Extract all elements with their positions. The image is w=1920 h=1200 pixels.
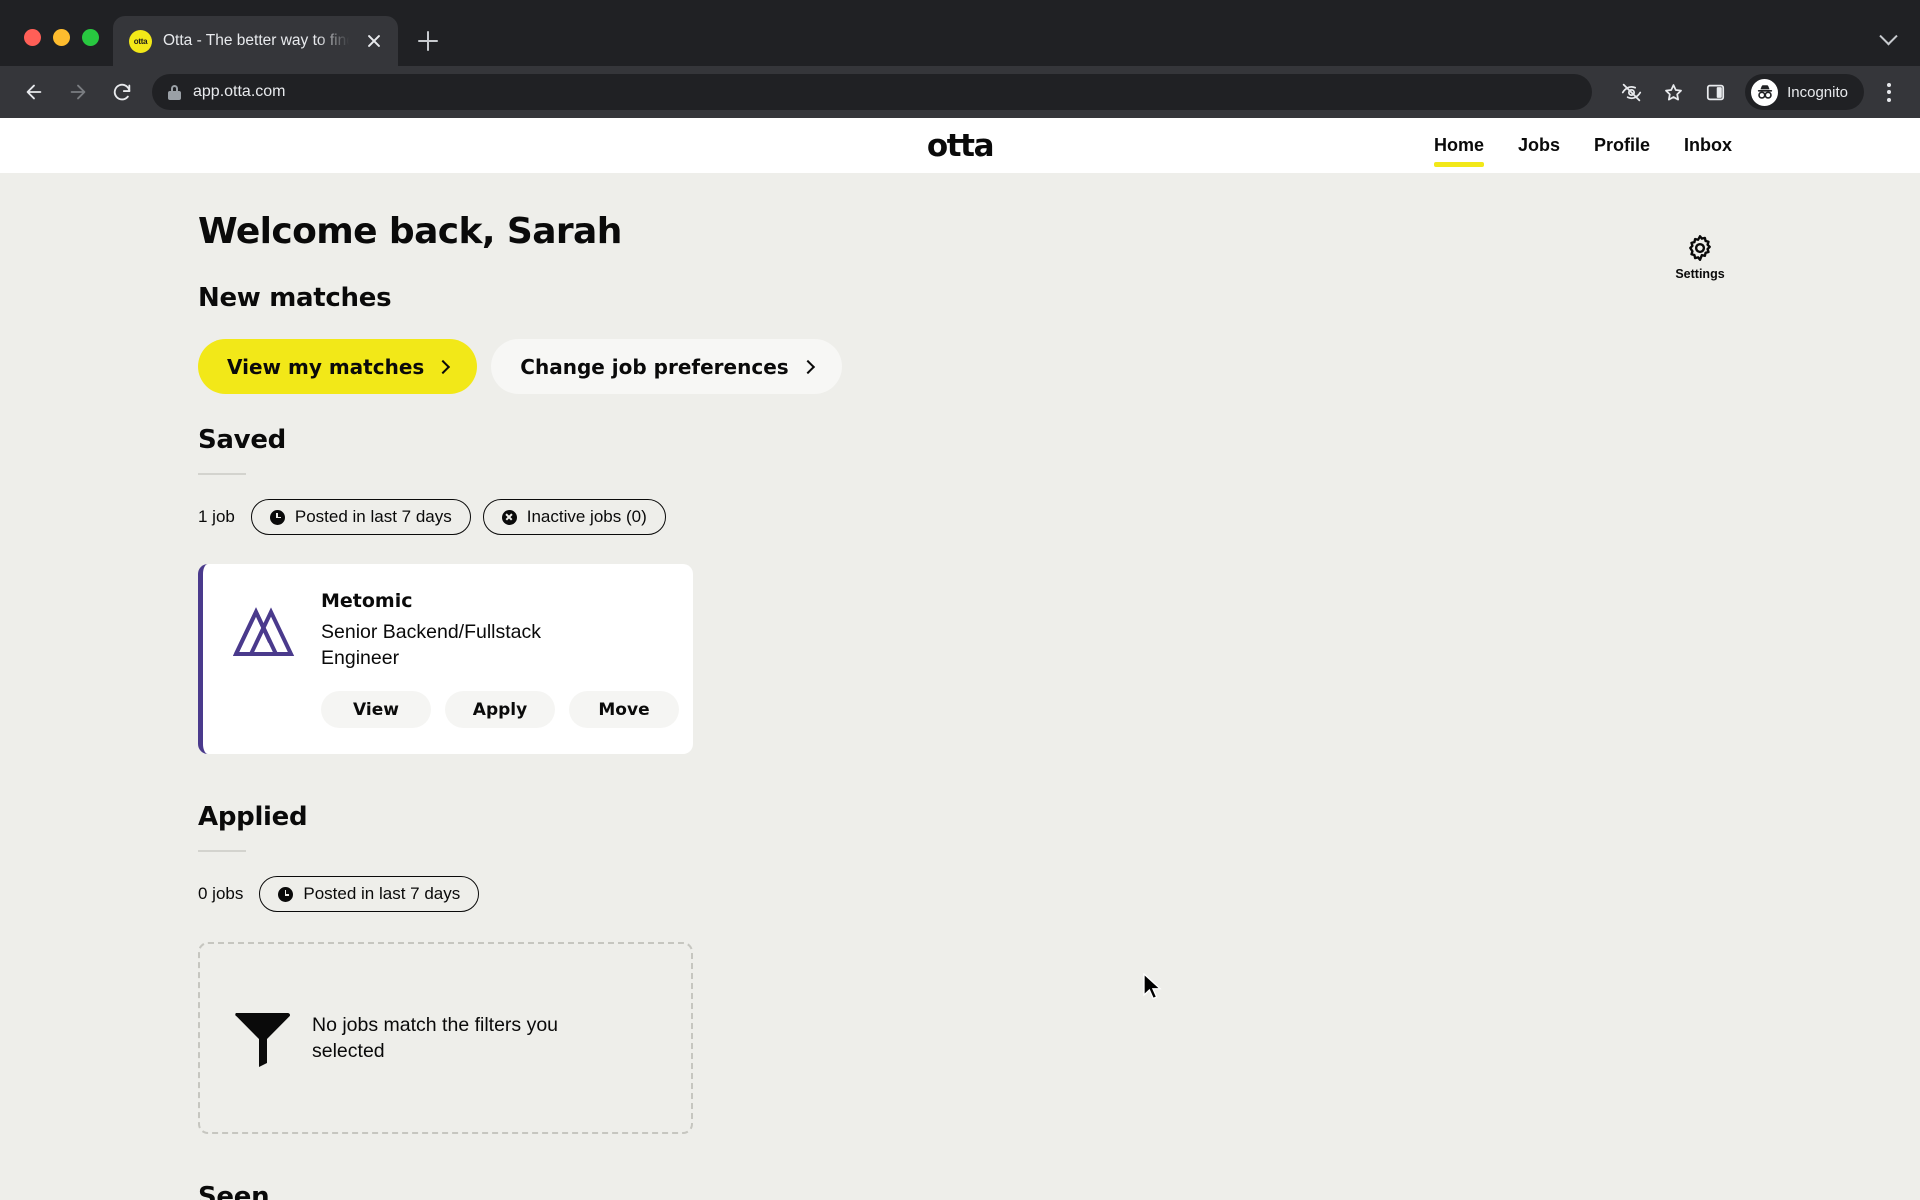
chip-label: Posted in last 7 days [303, 884, 461, 904]
toolbar-actions: Incognito [1611, 72, 1906, 112]
saved-job-details: Metomic Senior Backend/Fullstack Enginee… [321, 590, 679, 729]
window-controls [14, 29, 113, 66]
star-icon [1664, 83, 1682, 100]
tab-title: Otta - The better way to find a [163, 32, 351, 49]
chevron-right-icon [800, 359, 815, 374]
tab-search-button[interactable] [1874, 26, 1902, 54]
site-header: otta Home Jobs Profile Inbox [0, 118, 1920, 173]
seen-heading: Seen [198, 1182, 270, 1200]
applied-empty-state: No jobs match the filters you selected [198, 942, 693, 1135]
chevron-right-icon [436, 359, 451, 374]
incognito-profile-button[interactable]: Incognito [1745, 74, 1864, 110]
nav-label-jobs: Jobs [1517, 135, 1560, 155]
forward-arrow-icon [70, 84, 86, 100]
chip-inactive-jobs[interactable]: Inactive jobs (0) [482, 499, 666, 535]
chip-label: Inactive jobs (0) [526, 507, 647, 526]
saved-job-card[interactable]: Metomic Senior Backend/Fullstack Enginee… [198, 564, 693, 755]
forward-button[interactable] [58, 72, 98, 112]
applied-filters: 0 jobs Posted in last 7 days [198, 876, 1920, 913]
new-matches-heading: New matches [198, 283, 392, 313]
lock-icon [168, 84, 181, 100]
address-bar[interactable]: app.otta.com [152, 74, 1592, 110]
chip-posted-last-7-days-applied[interactable]: Posted in last 7 days [259, 876, 480, 913]
metomic-logo-icon [233, 607, 295, 656]
bookmark-button[interactable] [1653, 72, 1693, 112]
back-arrow-icon [26, 84, 42, 100]
address-bar-url: app.otta.com [193, 83, 286, 100]
eye-slash-icon [1621, 83, 1641, 101]
new-tab-button[interactable] [410, 23, 446, 59]
apply-job-button[interactable]: Apply [445, 691, 555, 729]
empty-state-message: No jobs match the filters you selected [312, 1014, 559, 1063]
side-panel-button[interactable] [1695, 72, 1735, 112]
settings-label: Settings [1675, 267, 1725, 281]
minimize-window-button[interactable] [53, 29, 70, 46]
job-title: Senior Backend/Fullstack Engineer [321, 621, 542, 669]
funnel-icon [235, 1013, 290, 1068]
maximize-window-button[interactable] [82, 29, 99, 46]
applied-divider [198, 850, 246, 853]
change-job-preferences-button[interactable]: Change job preferences [491, 339, 842, 394]
view-my-matches-label: View my matches [227, 354, 425, 379]
page-viewport: otta Home Jobs Profile Inbox Settings We… [0, 118, 1920, 1200]
job-card-actions: View Apply Move [321, 691, 679, 729]
gear-icon [1689, 235, 1711, 261]
nav-item-home[interactable]: Home [1433, 118, 1484, 173]
saved-heading: Saved [198, 425, 286, 455]
clock-icon [278, 886, 294, 902]
circle-x-icon [501, 509, 517, 525]
job-company-name: Metomic [321, 590, 413, 612]
incognito-avatar-icon [1751, 78, 1779, 106]
view-job-button[interactable]: View [321, 691, 431, 729]
close-window-button[interactable] [24, 29, 41, 46]
nav-item-profile[interactable]: Profile [1594, 118, 1650, 173]
view-my-matches-button[interactable]: View my matches [198, 339, 478, 394]
saved-filters: 1 job Posted in last 7 days Inactive job… [198, 499, 1920, 535]
back-button[interactable] [14, 72, 54, 112]
incognito-label: Incognito [1787, 83, 1848, 101]
nav-label-profile: Profile [1593, 135, 1650, 155]
chip-label: Posted in last 7 days [294, 507, 452, 526]
chevron-down-icon [1878, 26, 1898, 45]
nav-label-home: Home [1433, 135, 1484, 155]
change-job-preferences-label: Change job preferences [520, 354, 789, 379]
chip-posted-last-7-days-saved[interactable]: Posted in last 7 days [250, 499, 471, 535]
reload-button[interactable] [102, 72, 142, 112]
main-navigation: Home Jobs Profile Inbox [1433, 118, 1732, 173]
browser-tab[interactable]: otta Otta - The better way to find a [113, 16, 398, 66]
browser-menu-button[interactable] [1872, 72, 1906, 112]
move-job-button[interactable]: Move [569, 691, 679, 729]
new-matches-actions: View my matches Change job preferences [198, 339, 1920, 394]
applied-count: 0 jobs [198, 884, 244, 904]
applied-heading: Applied [198, 802, 308, 833]
page-content: Settings Welcome back, Sarah New matches… [0, 211, 1920, 1200]
otta-logo[interactable]: otta [927, 128, 995, 164]
tracking-protection-button[interactable] [1611, 72, 1651, 112]
incognito-glyph [1757, 85, 1772, 99]
browser-window: otta Otta - The better way to find a app… [0, 0, 1920, 1200]
browser-toolbar: app.otta.com Incognito [0, 66, 1920, 118]
saved-divider [198, 473, 246, 475]
tab-strip: otta Otta - The better way to find a [0, 0, 1920, 66]
side-panel-icon [1706, 84, 1724, 100]
reload-icon [113, 83, 131, 101]
saved-count: 1 job [198, 507, 235, 526]
clock-icon [269, 509, 285, 525]
nav-item-jobs[interactable]: Jobs [1518, 118, 1560, 173]
tab-favicon-otta: otta [129, 29, 152, 53]
nav-label-inbox: Inbox [1684, 135, 1732, 155]
settings-button[interactable]: Settings [1665, 233, 1735, 281]
nav-item-inbox[interactable]: Inbox [1684, 118, 1732, 173]
page-title: Welcome back, Sarah [198, 211, 622, 252]
tab-close-icon[interactable] [362, 29, 386, 53]
